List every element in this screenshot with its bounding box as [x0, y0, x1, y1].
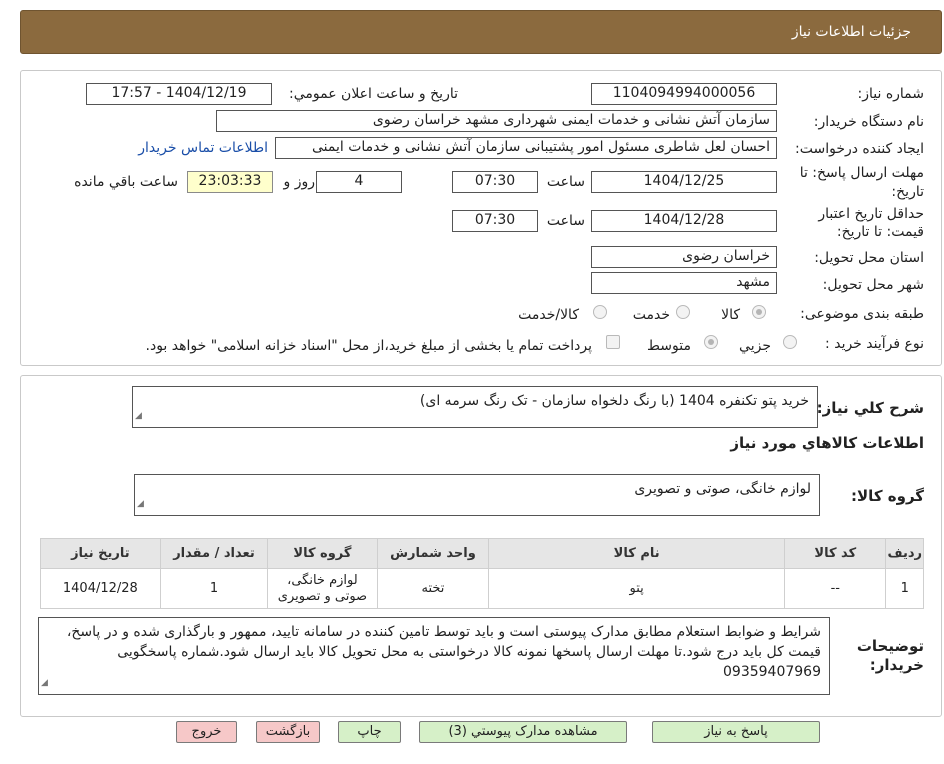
- validity-label: حداقل تاریخ اعتبار: [818, 206, 924, 222]
- view-attachments-button[interactable]: مشاهده مدارک پیوستي (3): [419, 721, 627, 743]
- validity-time-label: ساعت: [546, 213, 585, 229]
- remaining-days-field: 4: [316, 171, 402, 193]
- col-qty: تعداد / مقدار: [159, 538, 269, 569]
- col-name: نام کالا: [488, 538, 786, 569]
- category-option-goods-service: کالا/خدمت: [518, 307, 579, 323]
- requester-field: احسان لعل شاطری مسئول امور پشتیبانی سازم…: [275, 137, 777, 159]
- cell-name: پتو: [488, 568, 786, 609]
- need-number-label: شماره نیاز:: [857, 86, 925, 102]
- city-label: شهر محل تحویل:: [822, 277, 924, 293]
- cell-qty: 1: [159, 568, 269, 609]
- province-field: خراسان رضوی: [591, 246, 777, 268]
- resize-grip-icon[interactable]: ◢: [41, 673, 48, 693]
- announce-label: تاریخ و ساعت اعلان عمومي:: [289, 86, 458, 102]
- col-date: تاریخ نیاز: [40, 538, 161, 569]
- cell-code: --: [784, 568, 887, 609]
- buyer-notes-text: شرایط و ضوابط استعلام مطابق مدارک پیوستی…: [66, 624, 821, 680]
- page-header: جزئیات اطلاعات نیاز: [20, 10, 942, 54]
- category-option-goods: کالا: [721, 307, 740, 323]
- validity-date-field: 1404/12/28: [591, 210, 777, 232]
- buyer-notes-label-2: خریدار:: [869, 656, 924, 674]
- treasury-note: پرداخت تمام یا بخشی از مبلغ خرید،از محل …: [145, 338, 592, 354]
- page-title: جزئیات اطلاعات نیاز: [791, 24, 911, 40]
- deadline-time-label: ساعت: [546, 174, 585, 190]
- col-code: کد کالا: [784, 538, 887, 569]
- buyer-notes-label: توضیحات: [856, 637, 924, 655]
- validity-label-2: قیمت: تا تاریخ:: [836, 224, 924, 240]
- category-radio-goods-service[interactable]: [593, 305, 607, 319]
- need-number-field: 1104094994000056: [591, 83, 777, 105]
- summary-text: خرید پتو تکنفره 1404 (با رنگ دلخواه سازم…: [419, 393, 809, 409]
- deadline-time-field: 07:30: [452, 171, 538, 193]
- city-field: مشهد: [591, 272, 777, 294]
- col-row: ردیف: [885, 538, 924, 569]
- buyer-notes-textarea: شرایط و ضوابط استعلام مطابق مدارک پیوستی…: [38, 617, 830, 695]
- resize-grip-icon[interactable]: ◢: [137, 494, 144, 514]
- cell-date: 1404/12/28: [40, 568, 161, 609]
- col-unit: واحد شمارش: [376, 538, 490, 569]
- category-label: طبقه بندی موضوعی:: [800, 306, 924, 322]
- category-option-service: خدمت: [632, 307, 670, 323]
- reply-button[interactable]: پاسخ به نیاز: [652, 721, 820, 743]
- table-row: 1 -- پتو تخته لوازم خانگی، صوتی و تصویری…: [40, 568, 924, 609]
- buyer-contact-link[interactable]: اطلاعات تماس خریدار: [138, 140, 268, 156]
- exit-button[interactable]: خروج: [176, 721, 237, 743]
- cell-group: لوازم خانگی، صوتی و تصویری: [267, 568, 378, 609]
- cell-row: 1: [885, 568, 924, 609]
- goods-group-textarea: لوازم خانگی، صوتی و تصویری ◢: [134, 474, 820, 516]
- buyer-org-label: نام دستگاه خریدار:: [813, 114, 924, 130]
- remaining-time-label: ساعت باقي مانده: [74, 174, 178, 190]
- validity-time-field: 07:30: [452, 210, 538, 232]
- col-group: گروه کالا: [267, 538, 378, 569]
- category-radio-service[interactable]: [676, 305, 690, 319]
- deadline-date-field: 1404/12/25: [591, 171, 777, 193]
- buyer-org-field: سازمان آتش نشانی و خدمات ایمنی شهرداری م…: [216, 110, 777, 132]
- goods-table: ردیف کد کالا نام کالا واحد شمارش گروه کا…: [40, 538, 924, 609]
- goods-group-label: گروه کالا:: [851, 487, 924, 505]
- days-label: روز و: [283, 174, 316, 190]
- table-header-row: ردیف کد کالا نام کالا واحد شمارش گروه کا…: [40, 538, 924, 569]
- deadline-label-2: تاریخ:: [891, 184, 924, 200]
- summary-label: شرح کلي نیاز:: [816, 399, 924, 417]
- summary-textarea: خرید پتو تکنفره 1404 (با رنگ دلخواه سازم…: [132, 386, 818, 428]
- process-option-minor: جزیي: [739, 338, 771, 354]
- deadline-label: مهلت ارسال پاسخ: تا: [799, 165, 924, 181]
- process-radio-medium[interactable]: [704, 335, 718, 349]
- process-radio-minor[interactable]: [783, 335, 797, 349]
- announce-datetime-field: 1404/12/19 - 17:57: [86, 83, 272, 105]
- cell-unit: تخته: [376, 568, 490, 609]
- category-radio-goods[interactable]: [752, 305, 766, 319]
- province-label: استان محل تحویل:: [814, 250, 924, 266]
- goods-group-text: لوازم خانگی، صوتی و تصویری: [634, 481, 811, 497]
- print-button[interactable]: چاپ: [338, 721, 401, 743]
- resize-grip-icon[interactable]: ◢: [135, 406, 142, 426]
- back-button[interactable]: بازگشت: [256, 721, 320, 743]
- treasury-checkbox[interactable]: [606, 335, 620, 349]
- process-option-medium: متوسط: [647, 338, 691, 354]
- remaining-time-field: 23:03:33: [187, 171, 273, 193]
- goods-info-title: اطلاعات کالاهاي مورد نیاز: [730, 434, 924, 452]
- requester-label: ایجاد کننده درخواست:: [795, 141, 924, 157]
- process-label: نوع فرآیند خرید :: [825, 336, 924, 352]
